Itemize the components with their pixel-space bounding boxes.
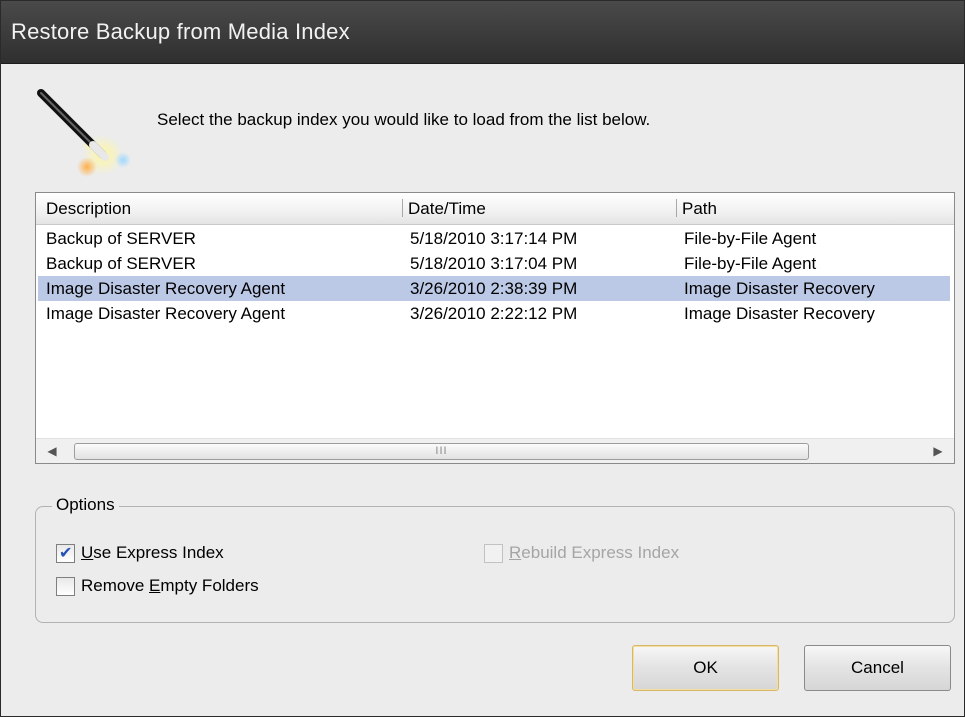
options-legend: Options [52, 495, 119, 515]
list-row[interactable]: Image Disaster Recovery Agent 3/26/2010 … [38, 301, 950, 326]
checkbox-unchecked-icon [484, 543, 503, 563]
cancel-button[interactable]: Cancel [804, 645, 951, 691]
row-datetime: 5/18/2010 3:17:14 PM [410, 229, 578, 248]
remove-empty-folders-checkbox[interactable]: Remove Empty Folders [56, 576, 259, 596]
checkbox-label: Use Express Index [81, 543, 224, 562]
row-datetime: 5/18/2010 3:17:04 PM [410, 254, 578, 273]
use-express-index-checkbox[interactable]: Use Express Index [56, 543, 224, 563]
row-path: Image Disaster Recovery [684, 279, 875, 298]
column-header-datetime[interactable]: Date/Time [402, 193, 676, 225]
magic-wand-icon [37, 89, 131, 177]
row-path: File-by-File Agent [684, 229, 817, 248]
horizontal-scrollbar[interactable]: ◀ III ▶ [36, 438, 954, 463]
column-header-path[interactable]: Path [676, 193, 954, 225]
checkbox-checked-icon[interactable] [56, 543, 75, 563]
row-path: File-by-File Agent [684, 254, 817, 273]
row-description: Backup of SERVER [46, 229, 196, 248]
checkbox-label: Rebuild Express Index [509, 543, 680, 562]
row-description: Image Disaster Recovery Agent [46, 279, 286, 298]
list-header: Description Date/Time Path [36, 193, 954, 225]
backup-index-list[interactable]: Description Date/Time Path Backup of SER… [35, 192, 955, 464]
column-header-description[interactable]: Description [40, 193, 402, 225]
window-title: Restore Backup from Media Index [11, 19, 350, 44]
scroll-left-arrow-icon[interactable]: ◀ [42, 442, 62, 461]
options-group: Options Use Express Index Rebuild Expres… [35, 495, 955, 623]
restore-backup-dialog: Restore Backup from Media Index Select t… [0, 0, 965, 717]
ok-button[interactable]: OK [632, 645, 779, 691]
scrollbar-thumb[interactable]: III [74, 443, 809, 460]
rebuild-express-index-checkbox: Rebuild Express Index [484, 543, 679, 563]
dialog-client-area: Select the backup index you would like t… [7, 65, 958, 712]
row-datetime: 3/26/2010 2:22:12 PM [410, 304, 578, 323]
row-description: Image Disaster Recovery Agent [46, 304, 286, 323]
row-datetime: 3/26/2010 2:38:39 PM [410, 279, 578, 298]
scroll-right-arrow-icon[interactable]: ▶ [928, 442, 948, 461]
list-row-selected[interactable]: Image Disaster Recovery Agent 3/26/2010 … [38, 276, 950, 301]
list-row[interactable]: Backup of SERVER 5/18/2010 3:17:04 PM Fi… [38, 251, 950, 276]
scrollbar-grip: III [435, 445, 448, 457]
title-bar[interactable]: Restore Backup from Media Index [1, 1, 964, 64]
row-description: Backup of SERVER [46, 254, 196, 273]
list-row[interactable]: Backup of SERVER 5/18/2010 3:17:14 PM Fi… [38, 226, 950, 251]
instruction-text: Select the backup index you would like t… [157, 110, 651, 129]
checkbox-label: Remove Empty Folders [81, 576, 259, 595]
checkbox-unchecked-icon[interactable] [56, 576, 75, 596]
row-path: Image Disaster Recovery [684, 304, 875, 323]
